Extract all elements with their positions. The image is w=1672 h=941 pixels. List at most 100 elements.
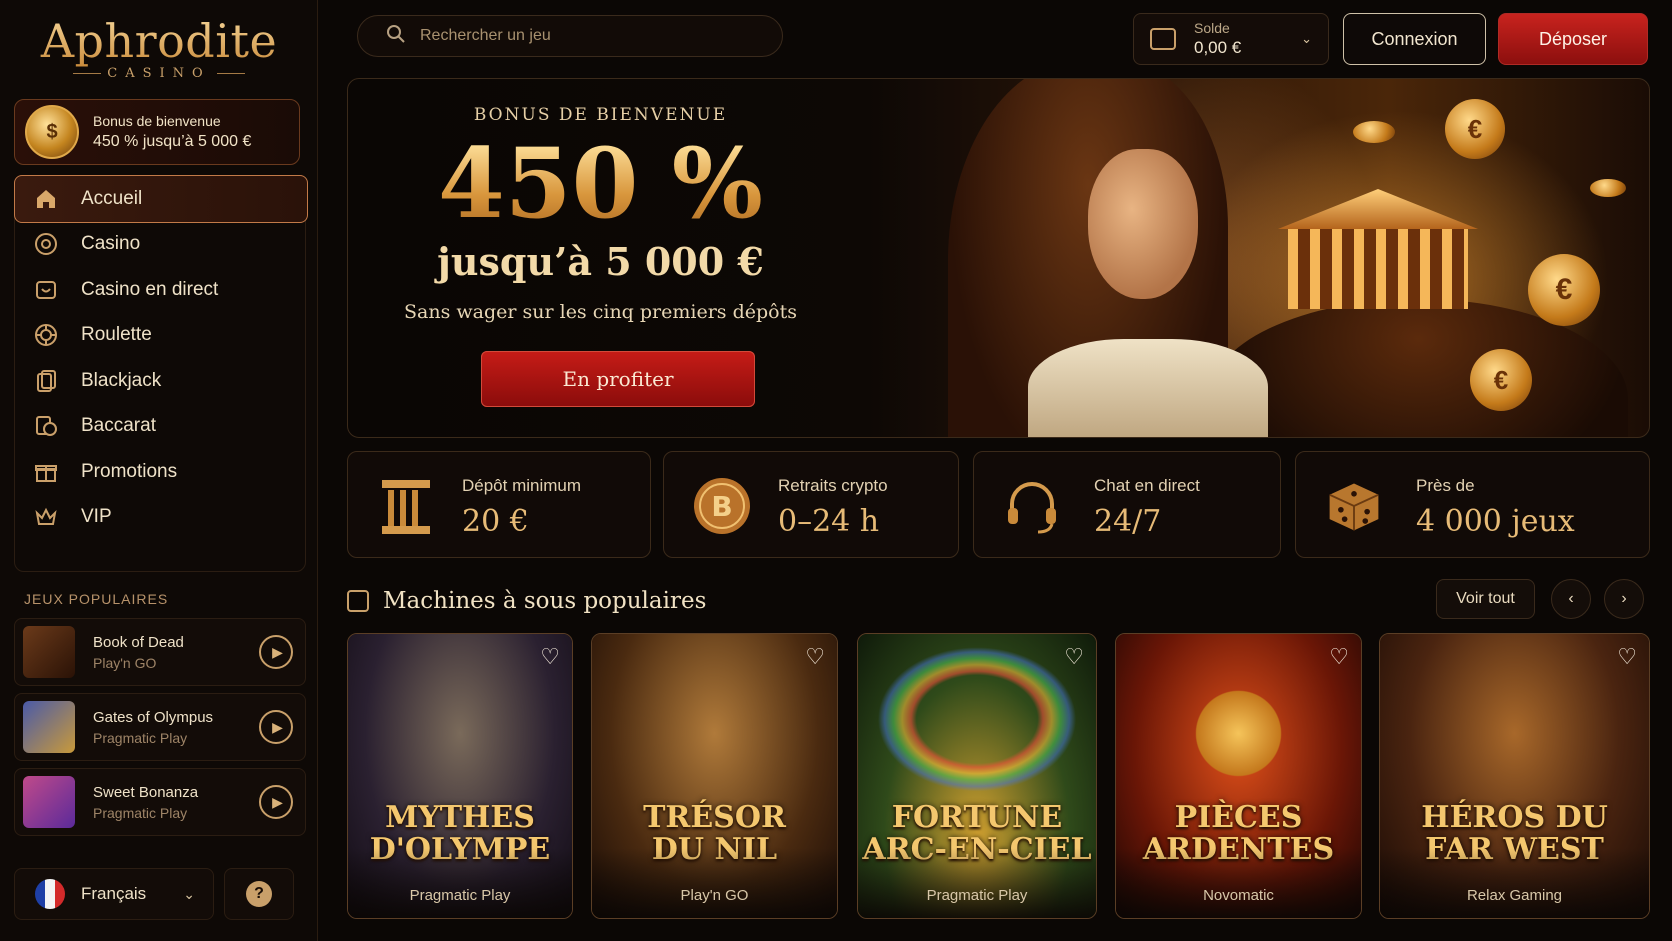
- nav-item-accueil[interactable]: Accueil: [14, 175, 308, 223]
- game-provider: Play'n GO: [680, 887, 749, 904]
- search-bar[interactable]: [357, 15, 783, 57]
- nav-label: Promotions: [81, 461, 178, 482]
- dice-icon: [1324, 476, 1384, 536]
- bonus-amount: 450 % jusqu’à 5 000 €: [93, 133, 252, 150]
- play-icon[interactable]: ▶: [259, 710, 293, 744]
- balance-label: Solde: [1194, 20, 1230, 36]
- nav-label: VIP: [81, 506, 112, 527]
- nav-item-promotions[interactable]: Promotions: [15, 448, 307, 496]
- heart-icon[interactable]: ♡: [1329, 644, 1349, 670]
- see-all-button[interactable]: Voir tout: [1436, 579, 1535, 619]
- slots-section-header: Machines à sous populaires: [347, 585, 706, 617]
- game-card[interactable]: ♡ HÉROS DU FAR WEST Relax Gaming: [1379, 633, 1650, 919]
- login-button[interactable]: Connexion: [1343, 13, 1486, 65]
- slot-machine-icon: [347, 590, 369, 612]
- hero-banner: € € € BONUS DE BIENVENUE 450 % jusqu’à 5…: [347, 78, 1650, 438]
- nav-item-blackjack[interactable]: Blackjack: [15, 357, 307, 405]
- bonus-title: Bonus de bienvenue: [93, 113, 221, 129]
- popular-game-item[interactable]: Book of Dead Play'n GO ▶: [14, 618, 306, 686]
- game-provider: Relax Gaming: [1466, 887, 1563, 904]
- euro-coin-icon: €: [1528, 254, 1600, 326]
- nav-item-vip[interactable]: VIP: [15, 493, 307, 541]
- chevron-down-icon: ⌄: [1301, 31, 1312, 46]
- stat-card-live-chat: Chat en direct 24/7: [973, 451, 1281, 558]
- game-provider: Pragmatic Play: [409, 887, 511, 904]
- game-name: Sweet Bonanza: [93, 783, 199, 801]
- crown-icon: [33, 504, 59, 530]
- game-provider: Pragmatic Play: [93, 729, 188, 746]
- nav-item-casino[interactable]: Casino: [15, 220, 307, 268]
- game-provider: Novomatic: [1203, 887, 1274, 904]
- logo-subtitle: CASINO: [0, 66, 318, 81]
- stat-value: 0–24 h: [778, 504, 880, 539]
- stat-value: 20 €: [462, 504, 529, 539]
- nav-label: Baccarat: [81, 415, 156, 436]
- popular-games-heading: JEUX POPULAIRES: [24, 591, 169, 607]
- nav-item-live-casino[interactable]: Casino en direct: [15, 266, 307, 314]
- coin-icon: $: [25, 105, 79, 159]
- language-label: Français: [81, 884, 147, 903]
- game-provider: Pragmatic Play: [93, 804, 188, 821]
- welcome-bonus-card[interactable]: $ Bonus de bienvenue 450 % jusqu’à 5 000…: [14, 99, 300, 165]
- nav-label: Blackjack: [81, 370, 162, 391]
- heart-icon[interactable]: ♡: [805, 644, 825, 670]
- game-card[interactable]: ♡ PIÈCES ARDENTES Novomatic: [1115, 633, 1362, 919]
- hero-amount: jusqu’à 5 000 €: [437, 239, 764, 284]
- help-button[interactable]: ?: [224, 868, 294, 920]
- game-thumbnail: [23, 626, 75, 678]
- main-nav: Accueil Casino Casino en direct Roulette…: [14, 175, 308, 572]
- play-icon[interactable]: ▶: [259, 635, 293, 669]
- nav-item-baccarat[interactable]: Baccarat: [15, 402, 307, 450]
- nav-label: Accueil: [81, 188, 143, 209]
- france-flag-icon: [35, 879, 65, 909]
- hero-percentage: 450 %: [348, 129, 853, 239]
- stat-card-min-deposit: Dépôt minimum 20 €: [347, 451, 651, 558]
- game-card[interactable]: ♡ TRÉSOR DU NIL Play'n GO: [591, 633, 838, 919]
- stat-value: 4 000 jeux: [1416, 504, 1575, 539]
- search-icon: [386, 24, 406, 49]
- heart-icon[interactable]: ♡: [540, 644, 560, 670]
- roulette-icon: [33, 322, 59, 348]
- claim-bonus-button[interactable]: En profiter: [481, 351, 755, 407]
- headset-icon: [1002, 476, 1062, 536]
- balance-dropdown[interactable]: Solde 0,00 € ⌄: [1133, 13, 1329, 65]
- logo[interactable]: Aphrodite CASINO: [0, 14, 318, 81]
- bitcoin-icon: B: [692, 476, 752, 536]
- stat-label: Dépôt minimum: [462, 476, 582, 495]
- game-name: Gates of Olympus: [93, 708, 214, 726]
- game-title: HÉROS DU FAR WEST: [1421, 800, 1608, 867]
- heart-icon[interactable]: ♡: [1064, 644, 1084, 670]
- stat-label: Près de: [1416, 476, 1475, 495]
- carousel-prev-button[interactable]: ‹: [1551, 579, 1591, 619]
- balance-value: 0,00 €: [1194, 38, 1242, 57]
- nav-item-roulette[interactable]: Roulette: [15, 311, 307, 359]
- search-input[interactable]: [420, 27, 760, 45]
- euro-coin-icon: €: [1445, 99, 1505, 159]
- game-card[interactable]: ♡ FORTUNE ARC-EN-CIEL Pragmatic Play: [857, 633, 1097, 919]
- slots-section-title: Machines à sous populaires: [383, 588, 707, 614]
- game-artwork: [348, 634, 572, 918]
- game-card[interactable]: ♡ MYTHES D'OLYMPE Pragmatic Play: [347, 633, 573, 919]
- cards-icon: [33, 368, 59, 394]
- sidebar: Aphrodite CASINO $ Bonus de bienvenue 45…: [0, 0, 318, 941]
- stat-value: 24/7: [1094, 504, 1162, 539]
- language-selector[interactable]: Français ⌄: [14, 868, 214, 920]
- nav-label: Casino: [81, 233, 141, 254]
- game-artwork: [1116, 634, 1361, 918]
- temple-illustration: [1278, 189, 1478, 319]
- popular-game-item[interactable]: Gates of Olympus Pragmatic Play ▶: [14, 693, 306, 761]
- game-title: PIÈCES ARDENTES: [1142, 800, 1335, 867]
- carousel-next-button[interactable]: ›: [1604, 579, 1644, 619]
- hero-kicker: BONUS DE BIENVENUE: [473, 105, 728, 125]
- game-thumbnail: [23, 776, 75, 828]
- column-icon: [376, 476, 436, 536]
- play-icon[interactable]: ▶: [259, 785, 293, 819]
- heart-icon[interactable]: ♡: [1617, 644, 1637, 670]
- nav-label: Roulette: [81, 324, 152, 345]
- deposit-button[interactable]: Déposer: [1498, 13, 1648, 65]
- euro-coin-icon: [1353, 121, 1395, 143]
- nav-label: Casino en direct: [81, 279, 219, 300]
- chevron-down-icon: ⌄: [183, 885, 195, 902]
- game-name: Book of Dead: [93, 633, 184, 651]
- popular-game-item[interactable]: Sweet Bonanza Pragmatic Play ▶: [14, 768, 306, 836]
